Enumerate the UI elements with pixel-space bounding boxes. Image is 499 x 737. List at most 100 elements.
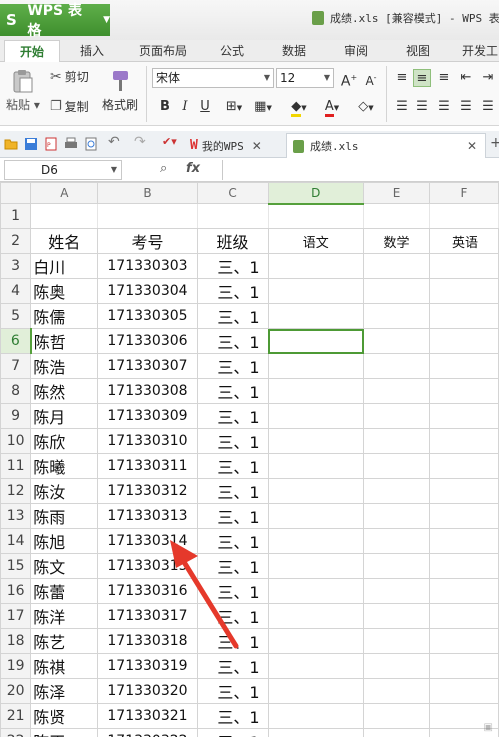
cell[interactable] (267, 628, 365, 654)
cell-class[interactable]: 三、1 (196, 353, 269, 379)
cell[interactable] (363, 453, 430, 479)
cell[interactable] (429, 303, 499, 329)
cell-class[interactable]: 三、1 (196, 278, 269, 304)
cell[interactable] (267, 203, 365, 229)
copy-button[interactable]: ❐ 复制 (50, 98, 89, 115)
cell[interactable] (363, 303, 430, 329)
cell-class[interactable]: 三、1 (196, 403, 269, 429)
header-cell-english[interactable]: 英语 (429, 228, 499, 254)
cell-name[interactable]: 陈艺 (30, 628, 99, 654)
undo-icon[interactable]: ↶ (108, 134, 122, 150)
cell[interactable] (363, 253, 430, 279)
cell[interactable] (363, 278, 430, 304)
redo-icon[interactable]: ↷ (134, 134, 148, 150)
close-icon[interactable]: ✕ (252, 139, 262, 153)
row-header[interactable]: 14 (0, 528, 32, 554)
row-header[interactable]: 12 (0, 478, 32, 504)
export-pdf-icon[interactable]: P (44, 137, 58, 151)
cell[interactable] (267, 378, 365, 404)
cell-class[interactable]: 三、1 (196, 428, 269, 454)
row-header[interactable]: 4 (0, 278, 32, 304)
cell[interactable] (267, 703, 365, 729)
zoom-search-icon[interactable]: ⌕ (160, 161, 167, 176)
cell[interactable] (429, 253, 499, 279)
cell-name[interactable]: 陈蕾 (30, 578, 99, 604)
cell[interactable] (363, 478, 430, 504)
row-header[interactable]: 13 (0, 503, 32, 529)
align-middle-icon[interactable]: ≡ (413, 69, 431, 87)
cell[interactable] (429, 603, 499, 629)
fill-color-icon[interactable]: ◆▼ (284, 98, 314, 117)
cell-id[interactable]: 171330318 (97, 628, 198, 654)
cell-name[interactable]: 陈月 (30, 403, 99, 429)
cell[interactable] (363, 203, 430, 229)
cell-name[interactable]: 陈然 (30, 378, 99, 404)
cell-name[interactable]: 陈欣 (30, 428, 99, 454)
border-icon[interactable]: ⊞▼ (222, 98, 246, 116)
cell-name[interactable]: 陈祺 (30, 653, 99, 679)
font-name-select[interactable]: 宋体 ▼ (152, 68, 274, 88)
row-header[interactable]: 1 (0, 203, 32, 229)
cell-id[interactable]: 171330312 (97, 478, 198, 504)
cell-class[interactable]: 三、1 (196, 553, 269, 579)
cell-class[interactable]: 三、1 (196, 653, 269, 679)
row-header[interactable]: 7 (0, 353, 32, 379)
cell-name[interactable]: 陈泽 (30, 678, 99, 704)
cell[interactable] (363, 653, 430, 679)
column-header-e[interactable]: E (363, 182, 430, 204)
cell[interactable] (429, 403, 499, 429)
underline-button[interactable]: U (196, 98, 214, 116)
open-folder-icon[interactable] (4, 137, 18, 151)
row-header[interactable]: 16 (0, 578, 32, 604)
cell-id[interactable]: 171330308 (97, 378, 198, 404)
header-cell-chinese[interactable]: 语文 (267, 228, 365, 254)
row-header[interactable]: 15 (0, 553, 32, 579)
cell-name[interactable]: 陈浩 (30, 353, 99, 379)
cell-class[interactable]: 三、1 (196, 453, 269, 479)
tab-home[interactable]: 开始 (4, 40, 60, 62)
cell-class[interactable]: 三、1 (196, 528, 269, 554)
cell[interactable] (363, 578, 430, 604)
cell[interactable] (267, 403, 365, 429)
paste-button[interactable]: 粘贴 ▾ (6, 68, 40, 113)
column-header-f[interactable]: F (429, 182, 499, 204)
cell-class[interactable]: 三、1 (196, 503, 269, 529)
cell[interactable] (429, 628, 499, 654)
cell-class[interactable]: 三、1 (196, 328, 269, 354)
cell[interactable] (429, 503, 499, 529)
cell[interactable] (267, 303, 365, 329)
clear-format-icon[interactable]: ◇▼ (352, 98, 380, 116)
cell[interactable] (267, 353, 365, 379)
cell[interactable] (363, 353, 430, 379)
row-header[interactable]: 5 (0, 303, 32, 329)
cell-name[interactable]: 陈汝 (30, 478, 99, 504)
align-left-icon[interactable]: ☰ (393, 98, 411, 116)
cell-name[interactable]: 陈洋 (30, 603, 99, 629)
formula-input[interactable] (222, 160, 499, 180)
cell-id[interactable]: 171330310 (97, 428, 198, 454)
cell-class[interactable]: 三、1 (196, 728, 269, 737)
cell-class[interactable]: 三、1 (196, 628, 269, 654)
cell[interactable] (363, 528, 430, 554)
cell-id[interactable]: 171330321 (97, 703, 198, 729)
merge-cells-icon[interactable]: ▦▼ (250, 98, 276, 116)
cell[interactable] (429, 528, 499, 554)
row-header[interactable]: 11 (0, 453, 32, 479)
cell[interactable] (363, 403, 430, 429)
row-header[interactable]: 10 (0, 428, 32, 454)
indent-increase-icon[interactable]: ⇥ (479, 69, 497, 87)
cell[interactable] (267, 453, 365, 479)
tab-review[interactable]: 审阅 (336, 40, 376, 62)
cell[interactable] (429, 353, 499, 379)
tab-page-layout[interactable]: 页面布局 (132, 40, 194, 62)
insert-function-button[interactable]: fx (186, 161, 200, 176)
tab-data[interactable]: 数据 (274, 40, 314, 62)
cell-class[interactable]: 三、1 (196, 703, 269, 729)
column-header-d[interactable]: D (267, 182, 365, 205)
cell[interactable] (267, 528, 365, 554)
row-header[interactable]: 21 (0, 703, 32, 729)
cell[interactable] (429, 678, 499, 704)
justify-icon[interactable]: ☰ (457, 98, 475, 116)
save-icon[interactable] (24, 137, 38, 151)
active-cell[interactable] (267, 328, 365, 354)
